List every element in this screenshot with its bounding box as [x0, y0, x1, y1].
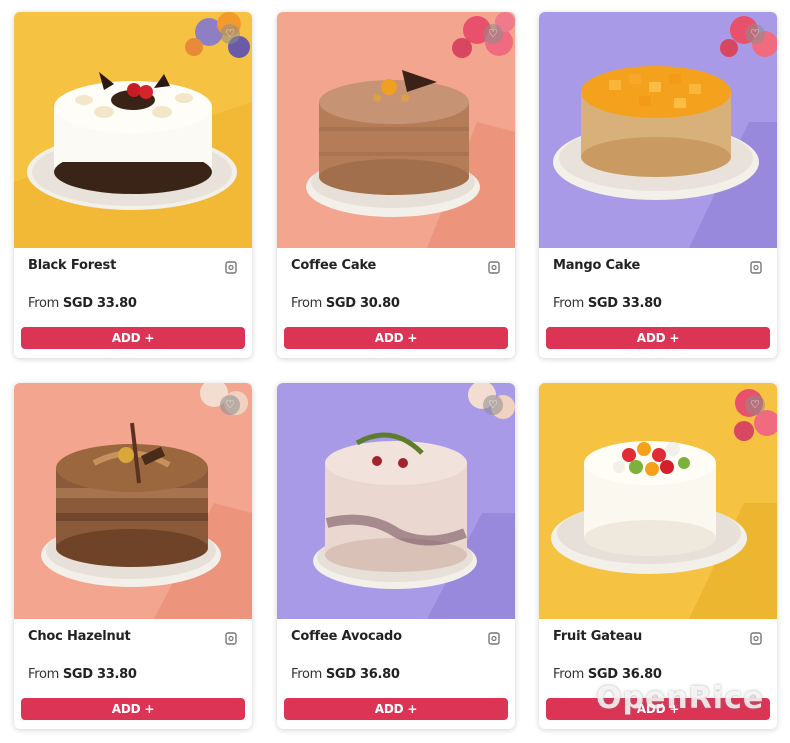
- add-button[interactable]: ADD +: [284, 698, 508, 720]
- product-card[interactable]: ♡ Coffee Cake From SGD 30.80 ADD +: [277, 12, 515, 358]
- price-amount: SGD 33.80: [62, 667, 137, 682]
- product-grid: ♡ Black Forest From SGD 33.80 ADD + ♡ Co…: [0, 0, 790, 743]
- from-label: From: [291, 667, 323, 682]
- add-button[interactable]: ADD +: [546, 327, 770, 349]
- price: From SGD 36.80: [291, 667, 400, 682]
- product-name: Fruit Gateau: [553, 629, 643, 644]
- share-icon[interactable]: [487, 260, 501, 274]
- product-card[interactable]: ♡ Mango Cake From SGD 33.80 ADD +: [539, 12, 777, 358]
- price-amount: SGD 33.80: [62, 296, 137, 311]
- product-image[interactable]: [277, 383, 515, 619]
- price: From SGD 30.80: [291, 296, 400, 311]
- price: From SGD 33.80: [553, 296, 662, 311]
- product-name: Mango Cake: [553, 258, 641, 273]
- price: From SGD 36.80: [553, 667, 662, 682]
- product-image[interactable]: [539, 12, 777, 248]
- product-image[interactable]: [277, 12, 515, 248]
- product-card[interactable]: ♡ Coffee Avocado From SGD 36.80 ADD +: [277, 383, 515, 729]
- heart-icon[interactable]: ♡: [220, 24, 240, 44]
- product-name: Coffee Avocado: [291, 629, 402, 644]
- from-label: From: [28, 296, 60, 311]
- product-name: Black Forest: [28, 258, 117, 273]
- from-label: From: [291, 296, 323, 311]
- price-amount: SGD 36.80: [325, 667, 400, 682]
- share-icon[interactable]: [487, 631, 501, 645]
- from-label: From: [28, 667, 60, 682]
- add-button[interactable]: ADD +: [21, 327, 245, 349]
- product-name: Choc Hazelnut: [28, 629, 131, 644]
- add-button[interactable]: ADD +: [284, 327, 508, 349]
- watermark-logo: OpenRice: [596, 681, 765, 716]
- price-amount: SGD 33.80: [587, 296, 662, 311]
- heart-icon[interactable]: ♡: [745, 24, 765, 44]
- product-card[interactable]: ♡ Choc Hazelnut From SGD 33.80 ADD +: [14, 383, 252, 729]
- product-name: Coffee Cake: [291, 258, 377, 273]
- share-icon[interactable]: [749, 631, 763, 645]
- price-amount: SGD 30.80: [325, 296, 400, 311]
- price: From SGD 33.80: [28, 667, 137, 682]
- heart-icon[interactable]: ♡: [745, 395, 765, 415]
- product-image[interactable]: [539, 383, 777, 619]
- share-icon[interactable]: [224, 631, 238, 645]
- product-image[interactable]: [14, 383, 252, 619]
- product-card[interactable]: ♡ Black Forest From SGD 33.80 ADD +: [14, 12, 252, 358]
- heart-icon[interactable]: ♡: [483, 24, 503, 44]
- product-card[interactable]: ♡ Fruit Gateau From SGD 36.80 ADD +: [539, 383, 777, 729]
- product-image[interactable]: [14, 12, 252, 248]
- share-icon[interactable]: [749, 260, 763, 274]
- heart-icon[interactable]: ♡: [220, 395, 240, 415]
- from-label: From: [553, 296, 585, 311]
- add-button[interactable]: ADD +: [21, 698, 245, 720]
- price: From SGD 33.80: [28, 296, 137, 311]
- share-icon[interactable]: [224, 260, 238, 274]
- from-label: From: [553, 667, 585, 682]
- price-amount: SGD 36.80: [587, 667, 662, 682]
- heart-icon[interactable]: ♡: [483, 395, 503, 415]
